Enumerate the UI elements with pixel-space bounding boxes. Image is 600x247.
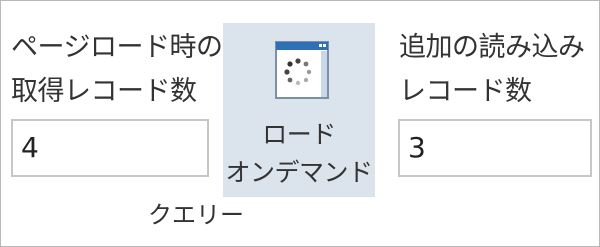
load-on-demand-button[interactable]: ロード オンデマンド xyxy=(223,23,375,197)
group-label-query: クエリー xyxy=(148,201,244,229)
load-on-demand-label-line1: ロード xyxy=(262,120,336,149)
initial-load-count-input[interactable]: 4 xyxy=(11,119,209,177)
initial-load-label-line2: 取得レコード数 xyxy=(11,76,197,107)
query-ribbon-group: ページロード時の 取得レコード数 4 ロード オンデマンド 追加の読み込み レコ… xyxy=(0,0,600,247)
additional-load-label-line1: 追加の読み込み xyxy=(399,32,585,63)
load-on-demand-label-line2: オンデマンド xyxy=(225,158,373,187)
initial-load-label-line1: ページロード時の xyxy=(11,32,223,63)
additional-load-label-line2: レコード数 xyxy=(399,76,532,107)
additional-load-count-input[interactable]: 3 xyxy=(398,119,592,177)
loading-spinner-window-icon xyxy=(275,41,329,99)
